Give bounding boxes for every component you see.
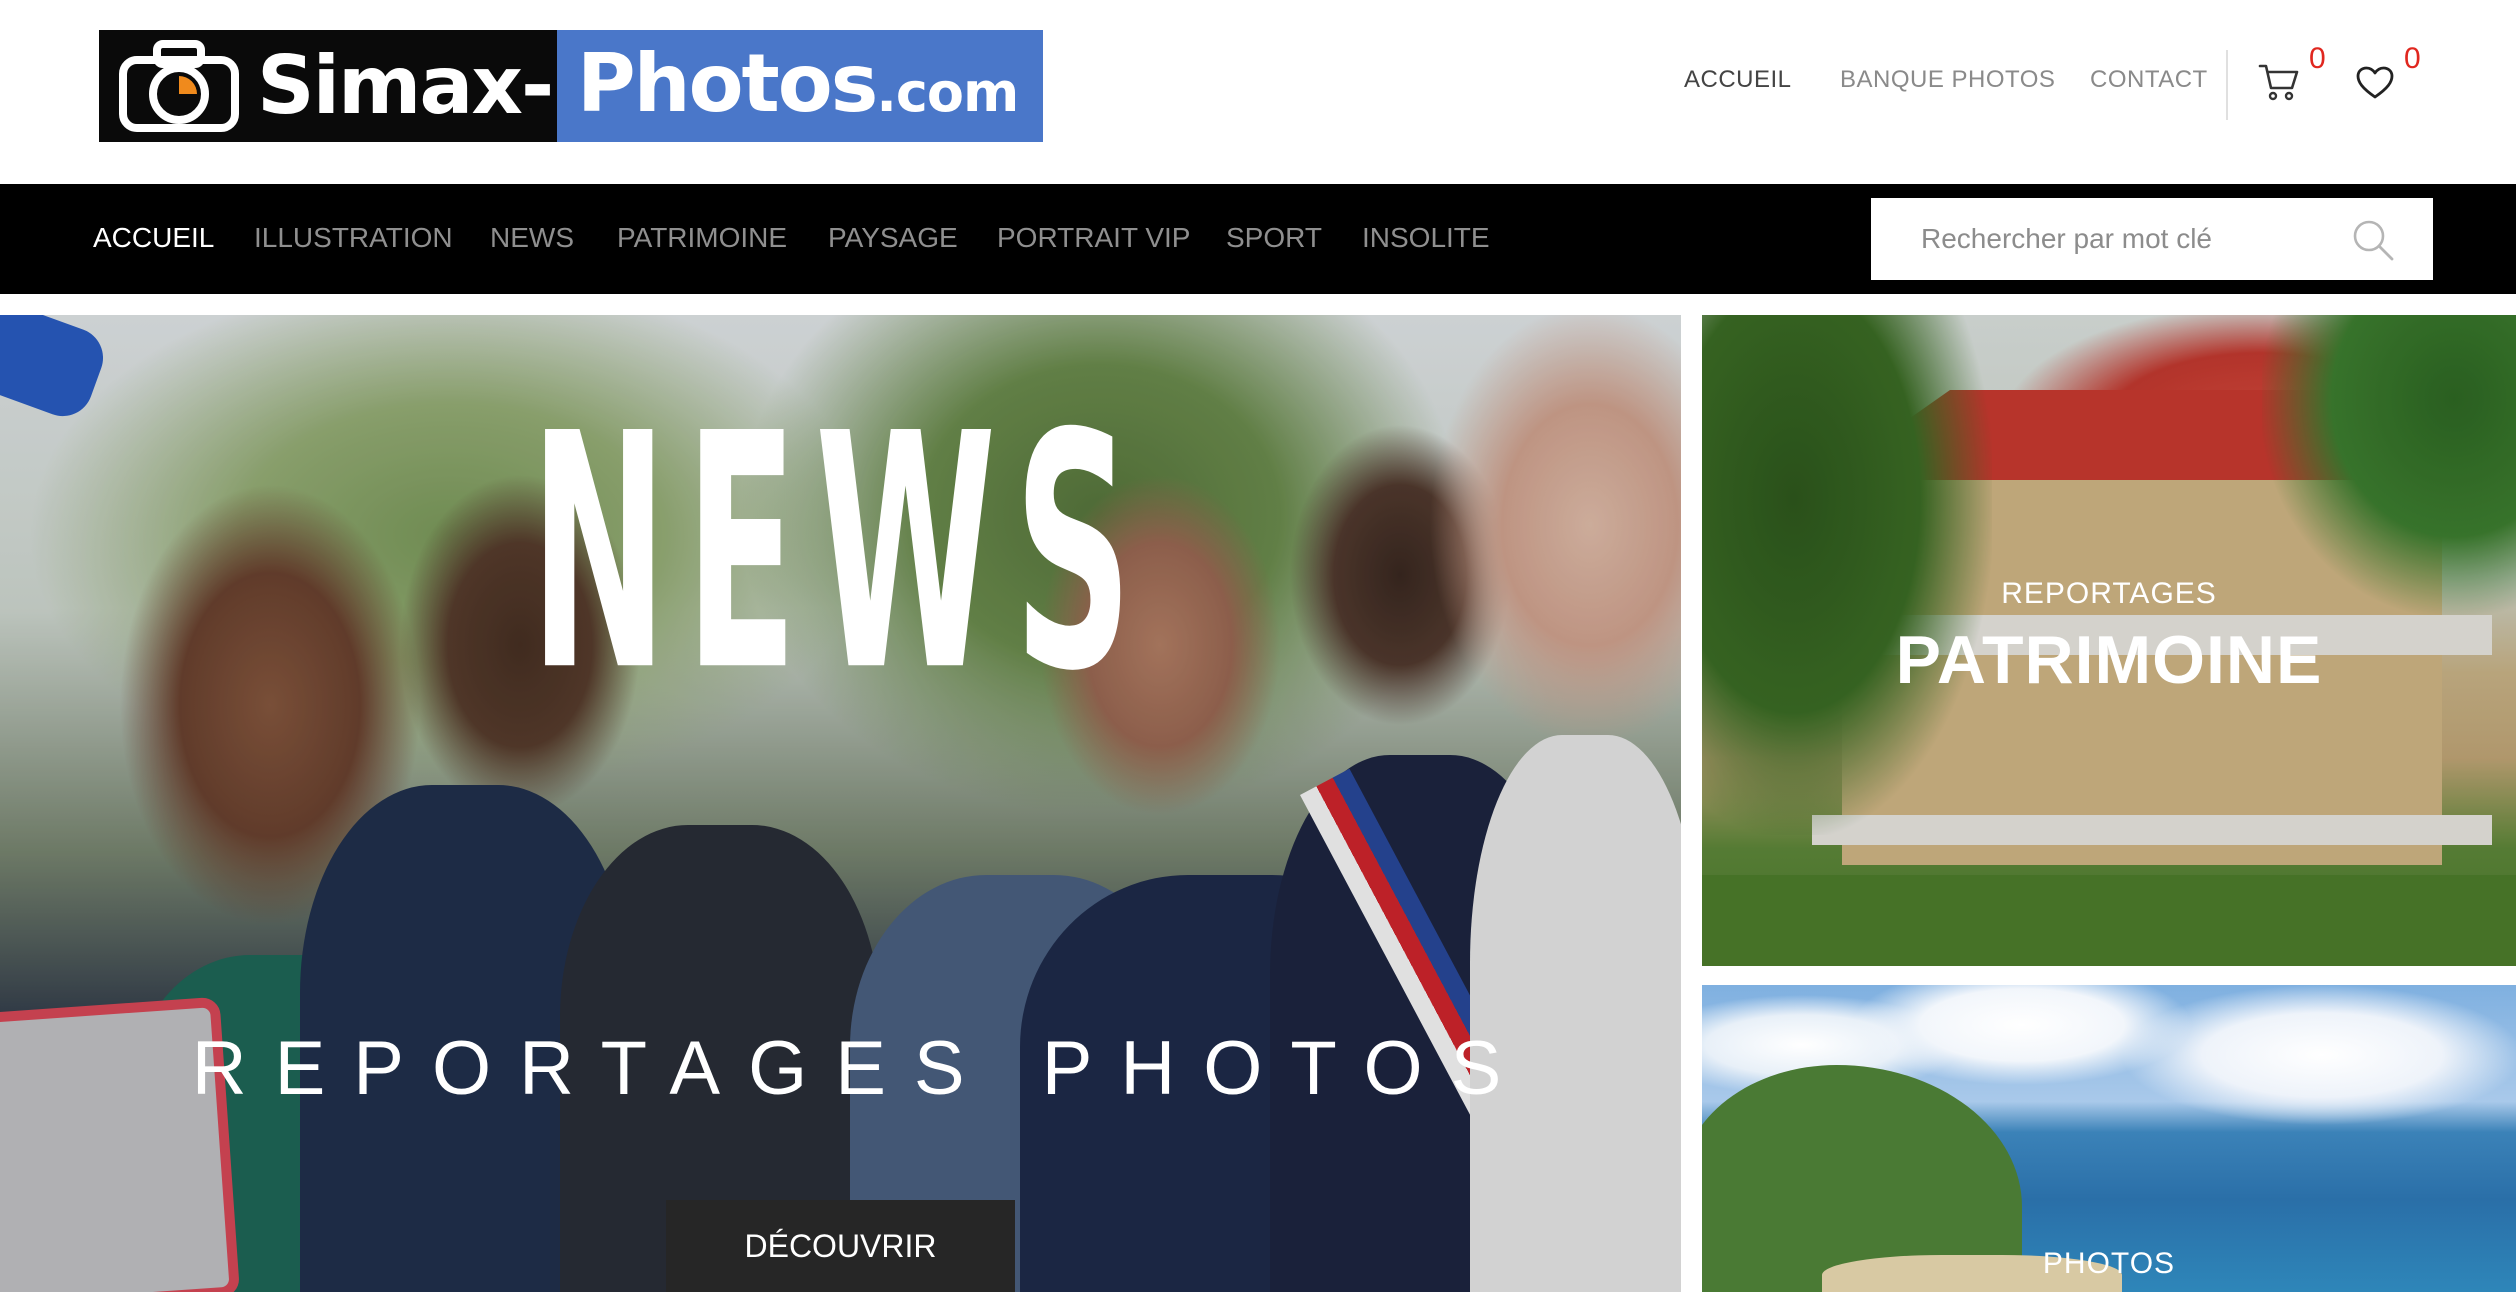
search-input[interactable] [1871,198,2341,280]
site-header: Simax- Photos.com ACCUEIL BANQUE PHOTOS … [0,0,2516,184]
category-illustration[interactable]: ILLUSTRATION [254,222,453,254]
category-accueil[interactable]: ACCUEIL [93,222,214,254]
card-paysage-kicker: PHOTOS [2042,1247,2176,1280]
card-patrimoine-kicker: REPORTAGES [2001,577,2217,610]
cart-icon[interactable] [2258,62,2300,102]
logo-text-simax: Simax- [257,39,554,132]
logo-black-block: Simax- [99,30,557,142]
logo-text-photos-word: Photos [577,36,878,130]
card-patrimoine-title: PATRIMOINE [1895,622,2323,698]
top-nav-contact[interactable]: CONTACT [2090,66,2208,94]
logo-text-dotcom: .com [876,60,1019,124]
camera-icon [119,40,239,132]
card-paysage[interactable]: PHOTOS [1702,985,2516,1292]
category-insolite[interactable]: INSOLITE [1362,222,1490,254]
category-patrimoine[interactable]: PATRIMOINE [617,222,787,254]
hero-title-text: NEWS [530,375,1150,705]
top-nav-banque-photos[interactable]: BANQUE PHOTOS [1840,66,2055,94]
hero-title: NEWS [530,375,1150,705]
card-patrimoine[interactable]: REPORTAGES PATRIMOINE [1702,315,2516,966]
category-bar: ACCUEIL ILLUSTRATION NEWS PATRIMOINE PAY… [0,184,2516,294]
top-nav-accueil[interactable]: ACCUEIL [1684,66,1792,94]
nav-divider [2226,50,2228,120]
category-sport[interactable]: SPORT [1226,222,1322,254]
site-logo[interactable]: Simax- Photos.com [99,30,1043,142]
logo-text-photos: Photos.com [577,34,1019,143]
search-box [1871,198,2433,280]
search-icon[interactable] [2351,218,2395,262]
cart-count-badge: 0 [2309,42,2326,75]
discover-button[interactable]: DÉCOUVRIR [666,1200,1015,1292]
category-paysage[interactable]: PAYSAGE [828,222,958,254]
hero-subtitle: REPORTAGES PHOTOS [191,1026,1530,1111]
heart-icon[interactable] [2356,66,2394,100]
category-portrait-vip[interactable]: PORTRAIT VIP [997,222,1190,254]
category-news[interactable]: NEWS [490,222,574,254]
logo-blue-block: Photos.com [557,30,1043,142]
wishlist-count-badge: 0 [2404,42,2421,75]
